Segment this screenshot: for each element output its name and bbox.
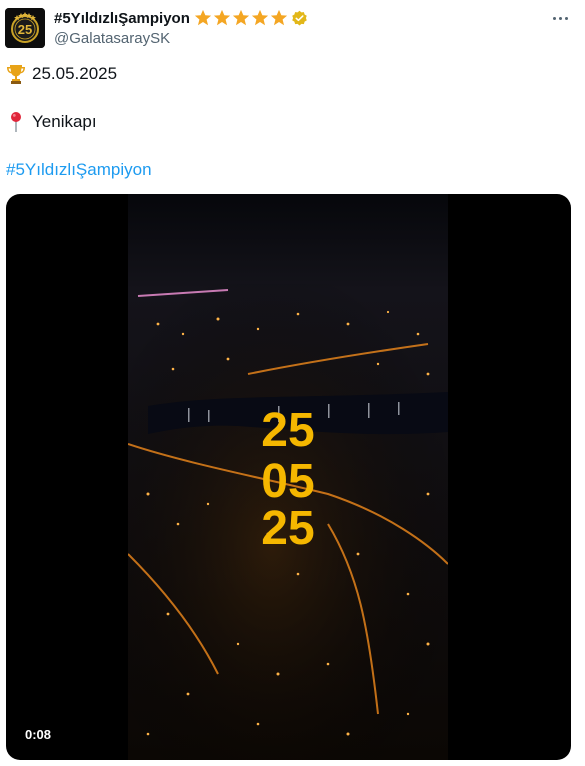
tweet-header: 25 #5YıldızlıŞampiyon @GalatasaraySK	[0, 0, 585, 60]
tweet-location-text: Yenikapı	[32, 112, 97, 131]
tweet-date-text: 25.05.2025	[32, 64, 118, 83]
video-overlay-line-3: 25	[261, 502, 314, 555]
pin-icon	[11, 112, 21, 132]
hashtag-link[interactable]: #5YıldızlıŞampiyon	[6, 160, 152, 180]
star-icon	[270, 9, 287, 26]
avatar[interactable]: 25	[5, 8, 45, 48]
star-icon	[194, 9, 211, 26]
video-timestamp: 0:08	[18, 725, 59, 744]
author-name-row[interactable]: #5YıldızlıŞampiyon	[54, 9, 308, 27]
more-icon-dot	[552, 16, 556, 20]
video-overlay-line-1: 25	[261, 404, 314, 457]
author-handle[interactable]: @GalatasaraySK	[54, 30, 170, 47]
more-icon-dot	[564, 16, 568, 20]
star-icon	[232, 9, 249, 26]
tweet-line-location: Yenikapı	[6, 111, 97, 133]
galatasaray-logo-icon: 25	[5, 8, 45, 48]
city-night-video-frame[interactable]: 25 05 25	[128, 194, 448, 760]
trophy-icon	[7, 65, 25, 84]
more-icon-dot	[558, 16, 562, 20]
more-options-button[interactable]	[545, 8, 575, 28]
star-icon	[213, 9, 230, 26]
video-overlay-line-2: 05	[261, 455, 314, 508]
tweet-line-date: 25.05.2025	[6, 63, 117, 85]
avatar-text: 25	[18, 22, 32, 37]
video-player[interactable]: 25 05 25 0:08	[6, 194, 571, 760]
author-display-name[interactable]: #5YıldızlıŞampiyon	[54, 10, 190, 27]
verified-badge-icon[interactable]	[291, 10, 308, 27]
star-badges	[194, 9, 289, 27]
star-icon	[251, 9, 268, 26]
